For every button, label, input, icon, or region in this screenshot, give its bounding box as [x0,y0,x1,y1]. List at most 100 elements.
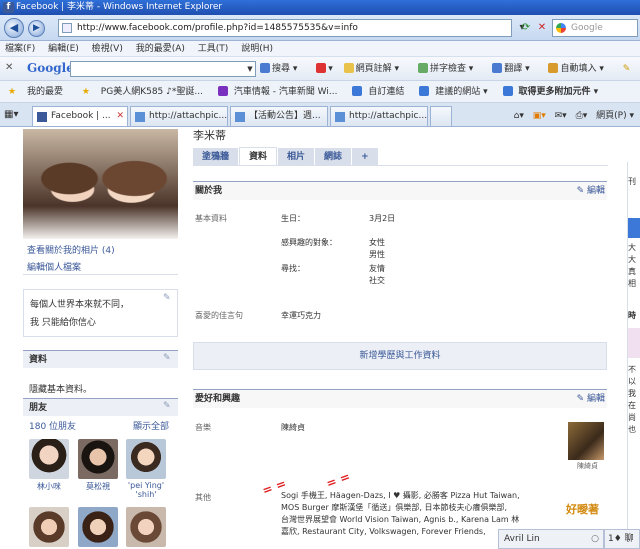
star-icon: ★ [8,87,17,97]
ad-image[interactable] [628,328,640,358]
autofill-button[interactable]: 自動填入 ▾ [548,62,611,76]
translate-icon [492,63,503,73]
friend-photo[interactable] [126,439,166,479]
fav-item-suggested[interactable]: 建議的網站 ▾ [419,81,491,102]
ie-icon [335,112,345,122]
annotate-button[interactable]: 網頁註解 ▾ [343,62,407,76]
spellcheck-button[interactable]: 拼字檢查 ▾ [417,62,481,76]
add-tab-button[interactable]: + [352,148,378,166]
mail-icon[interactable]: ✉▾ [555,111,567,121]
add-education-button[interactable]: 新增學歷與工作資料 [193,342,607,370]
search-input[interactable]: Google [552,19,638,37]
pencil-icon[interactable]: ✎ [163,353,171,363]
stop-icon[interactable]: ✕ [534,20,550,36]
wrench-icon[interactable]: ✎ [623,62,631,76]
tab-event[interactable]: 【活動公告】週... [230,106,328,126]
friend-card[interactable] [76,507,120,549]
fav-item-addons[interactable]: 取得更多附加元件 ▾ [502,81,603,102]
menu-help[interactable]: 說明(H) [236,41,278,57]
chevron-down-icon[interactable]: ▼ [245,62,255,76]
friend-card[interactable]: 'pei Ying' 'shih' [124,439,168,499]
edit-about-link[interactable]: ✎ 編輯 [577,182,605,200]
fav-item-car[interactable]: 汽車情報 - 汽車新聞 Wi... [217,81,342,102]
handwritten-mark: = = [324,469,352,491]
friend-name[interactable]: 林小咪 [27,481,71,492]
friend-photo[interactable] [126,507,166,547]
translate-button[interactable]: 翻譯 ▾ [492,62,537,76]
url-input[interactable]: http://www.facebook.com/profile.php?id=1… [58,19,512,37]
close-tab-icon[interactable]: ✕ [116,107,124,126]
home-icon[interactable]: ⌂▾ [514,111,524,121]
birthday-value: 3月2日 [369,214,396,223]
edit-likes-link[interactable]: ✎ 編輯 [577,390,605,408]
other-interests[interactable]: Sogi 手機王, Häagen-Dazs, I ♥ 攝影, 必勝客 Pizza… [281,490,520,538]
favorites-button[interactable]: ★ 我的最愛 [4,81,67,102]
facebook-profile-page: 李米蒂 查看關於我的相片 (4) 編輯個人檔案 每個人世界本來就不同， 我 只能… [0,127,640,549]
ie-icon [135,112,145,122]
new-tab-button[interactable] [430,106,452,126]
friend-photo[interactable] [29,507,69,547]
ie-icon [502,86,513,96]
refresh-icon[interactable]: ⟳ [518,20,534,36]
chat-button[interactable]: 1♦ 聊天 [604,529,640,549]
other-label: 其他 [195,493,211,502]
tab-info[interactable]: 資料 [239,147,278,165]
friend-card[interactable]: 莫松視 [76,439,120,492]
friend-photo[interactable] [78,439,118,479]
menu-edit[interactable]: 編輯(E) [43,41,84,57]
tab-attachpic-2[interactable]: http://attachpic... [330,106,428,126]
block-icon [316,63,327,73]
profile-photo[interactable] [23,129,178,239]
page-menu[interactable]: 網頁(P) ▾ [596,108,634,121]
tab-notes[interactable]: 網誌 [315,148,352,166]
back-button[interactable]: ◀ [4,18,24,38]
pencil-icon[interactable]: ✎ [163,293,171,303]
friend-card[interactable] [124,507,168,549]
fav-item-pg[interactable]: ★ PG美人網K585 ♪*聖誕... [78,81,207,102]
friend-card[interactable]: 林小咪 [27,439,71,492]
ad-image[interactable] [628,218,640,238]
edit-profile-link[interactable]: 編輯個人檔案 [27,260,81,273]
menu-tools[interactable]: 工具(T) [193,41,234,57]
tab-wall[interactable]: 塗鴉牆 [193,148,239,166]
show-all-friends-link[interactable]: 顯示全部 [133,419,169,432]
music-value[interactable]: 陳綺貞 [281,422,305,433]
chat-tab-user[interactable]: Avril Lin ○ [498,529,604,549]
divider [23,274,178,275]
tab-photos[interactable]: 相片 [278,148,315,166]
friend-name[interactable]: 莫松視 [76,481,120,492]
close-icon[interactable]: ✕ [5,62,13,73]
feeds-icon[interactable]: ▣▾ [533,111,546,121]
pencil-icon: ✎ [576,394,587,404]
profile-name: 李米蒂 [193,129,226,142]
close-icon[interactable]: ○ [591,530,599,548]
menu-favorites[interactable]: 我的最愛(A) [131,41,190,57]
friends-count[interactable]: 180 位朋友 [29,419,76,432]
popup-blocker-button[interactable]: ▾ [316,62,333,76]
print-icon[interactable]: ⎙▾ [576,111,588,121]
quote-label: 喜愛的佳言句 [195,311,243,320]
chat-bar: Avril Lin ○ 1♦ 聊天 [498,529,640,549]
google-search-button[interactable]: 搜尋 ▾ [260,62,305,76]
brand-logo[interactable]: 好曖著 [566,501,599,517]
view-photos-link[interactable]: 查看關於我的相片 (4) [27,243,115,256]
tab-attachpic-1[interactable]: http://attachpic... [130,106,228,126]
yahoo-icon [217,86,228,96]
facebook-icon [37,112,47,122]
menu-view[interactable]: 檢視(V) [87,41,128,57]
quick-tabs-icon[interactable]: ▦▾ [4,109,18,120]
fav-item-custom[interactable]: 自訂連結 [352,81,408,102]
music-thumbnail[interactable] [568,422,604,460]
friend-photo[interactable] [78,507,118,547]
google-search-input[interactable]: ▼ [70,61,256,77]
pencil-icon[interactable]: ✎ [163,401,171,411]
tab-facebook[interactable]: Facebook | ... ✕ [32,106,128,126]
friend-card[interactable] [27,507,71,549]
autofill-icon [548,63,559,73]
friend-name[interactable]: 'pei Ying' 'shih' [124,481,168,499]
status-line-1: 每個人世界本來就不同， [30,300,130,310]
friend-photo[interactable] [29,439,69,479]
menu-file[interactable]: 檔案(F) [0,41,40,57]
right-sidebar-partial: 刊 大 大 真 相 時 不 以 我 在 尚 也 [627,162,640,549]
forward-button[interactable]: ▶ [28,20,45,37]
